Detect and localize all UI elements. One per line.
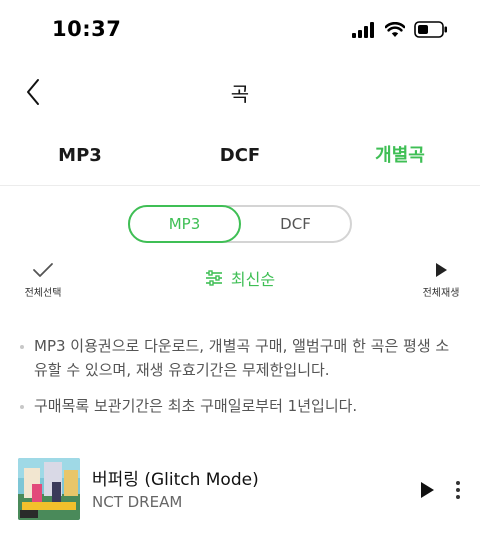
tab-dcf[interactable]: DCF	[160, 126, 320, 185]
status-icons	[352, 21, 448, 38]
bullet-dot	[20, 405, 24, 409]
more-vertical-icon	[456, 481, 460, 499]
bullet-dot	[20, 345, 24, 349]
play-icon	[421, 482, 434, 498]
play-all-label: 전체재생	[422, 288, 460, 299]
track-play-button[interactable]	[414, 477, 440, 503]
format-segmented-control: MP3 DCF	[128, 205, 352, 243]
tab-bar: MP3 DCF 개별곡	[0, 126, 480, 186]
track-row[interactable]: 버퍼링 (Glitch Mode) NCT DREAM	[0, 458, 480, 520]
album-art[interactable]	[18, 458, 80, 520]
play-icon	[436, 263, 447, 277]
battery-icon	[414, 21, 447, 38]
signal-icon	[352, 21, 374, 38]
status-time: 10:37	[52, 17, 122, 41]
header: 곡	[0, 62, 480, 122]
play-all-button[interactable]: 전체재생	[416, 262, 466, 299]
list-toolbar: 전체선택 최신순 전체재생	[0, 258, 480, 306]
segment-dcf[interactable]: DCF	[241, 207, 350, 241]
status-bar: 10:37	[0, 0, 480, 62]
notice-text: 구매목록 보관기간은 최초 구매일로부터 1년입니다.	[34, 397, 358, 415]
segment-mp3[interactable]: MP3	[128, 205, 241, 243]
sort-label: 최신순	[230, 270, 276, 289]
notice-text: MP3 이용권으로 다운로드, 개별곡 구매, 앨범구매 한 곡은 평생 소유할…	[34, 337, 450, 379]
tab-individual-songs[interactable]: 개별곡	[320, 126, 480, 185]
page-title: 곡	[230, 82, 250, 106]
notice-list: MP3 이용권으로 다운로드, 개별곡 구매, 앨범구매 한 곡은 평생 소유할…	[0, 334, 480, 430]
notice-item: 구매목록 보관기간은 최초 구매일로부터 1년입니다.	[0, 394, 480, 418]
wifi-icon	[385, 21, 405, 37]
tab-mp3[interactable]: MP3	[0, 126, 160, 185]
checkmark-icon	[33, 263, 53, 277]
track-more-button[interactable]	[448, 477, 468, 503]
track-artist: NCT DREAM	[92, 493, 183, 511]
notice-item: MP3 이용권으로 다운로드, 개별곡 구매, 앨범구매 한 곡은 평생 소유할…	[0, 334, 480, 382]
select-all-label: 전체선택	[24, 288, 62, 299]
track-title: 버퍼링 (Glitch Mode)	[92, 470, 259, 490]
select-all-button[interactable]: 전체선택	[18, 262, 68, 299]
sort-button[interactable]: 최신순	[190, 266, 290, 290]
sliders-icon	[205, 270, 222, 286]
